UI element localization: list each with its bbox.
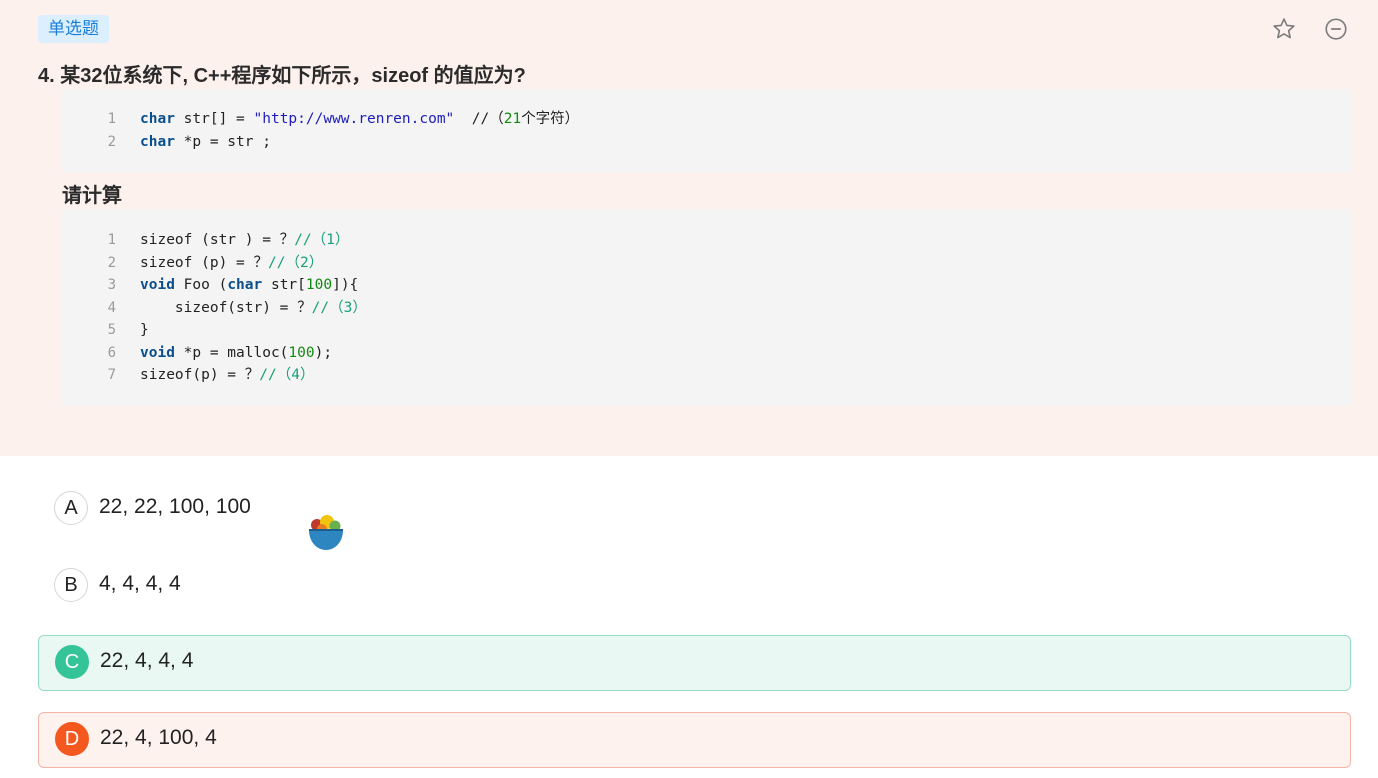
code-text: sizeof(str) = ？//（3） <box>140 297 367 319</box>
line-number: 2 <box>107 133 116 150</box>
code-token: //（2） <box>268 254 324 271</box>
code-token: } <box>140 322 149 338</box>
code-token: sizeof (p) = ？ <box>140 254 268 271</box>
minus-circle-icon[interactable] <box>1323 16 1349 42</box>
line-number: 5 <box>107 322 116 338</box>
code-token: char <box>140 111 175 127</box>
code-token: ); <box>314 344 333 361</box>
line-number: 1 <box>107 111 116 127</box>
option-text: 22, 4, 4, 4 <box>100 649 194 672</box>
option-b[interactable]: B 4, 4, 4, 4 <box>38 559 1351 615</box>
option-letter-badge: A <box>54 491 88 525</box>
option-letter-badge: B <box>54 568 88 602</box>
code-token: sizeof(str) = ？ <box>140 299 312 316</box>
question-title: 4. 某32位系统下, C++程序如下所示，sizeof 的值应为? <box>38 65 526 87</box>
code-text: void Foo (char str[100]){ <box>140 274 358 296</box>
code-token: sizeof(p) = ？ <box>140 367 260 383</box>
code-token: char <box>140 133 175 150</box>
code-token: "http://www.renren.com" <box>253 111 455 127</box>
code-text: sizeof(p) = ？//（4） <box>140 364 314 386</box>
code-token: *p = str ; <box>174 133 271 150</box>
code-token: 100 <box>288 344 315 361</box>
code-text: char str[] = "http://www.renren.com" //（… <box>140 108 579 130</box>
code-token: //（1） <box>294 232 350 248</box>
line-number: 1 <box>107 232 116 248</box>
option-text: 4, 4, 4, 4 <box>99 572 181 595</box>
code-token: Foo ( <box>174 277 228 293</box>
code-text: sizeof (p) = ？//（2） <box>140 252 323 274</box>
question-panel: 单选题 4. 某32位系统下, C++程序如下所示，sizeof 的值应为? 1… <box>0 0 1378 456</box>
option-c[interactable]: C 22, 4, 4, 4 <box>38 635 1351 691</box>
code-text: sizeof (str ) = ？//（1） <box>140 229 349 251</box>
option-text: 22, 4, 100, 4 <box>100 726 217 749</box>
line-number: 4 <box>107 299 116 316</box>
code-block-declaration: 1 char str[] = "http://www.renren.com" //… <box>62 89 1352 173</box>
option-letter-badge: C <box>55 645 89 679</box>
code-token: 个字符） <box>521 111 580 127</box>
line-number: 6 <box>107 344 116 361</box>
code-token: //（ <box>454 111 504 127</box>
code-token: str[ <box>262 277 306 293</box>
star-outline-icon[interactable] <box>1271 16 1297 42</box>
code-text: } <box>140 319 149 341</box>
code-text: char *p = str ; <box>140 131 271 153</box>
sub-title: 请计算 <box>62 185 122 207</box>
code-token: ]){ <box>332 277 359 293</box>
code-token: void <box>140 277 175 293</box>
line-number: 2 <box>107 254 116 271</box>
code-token: 21 <box>503 111 522 127</box>
fruit-bowl-icon[interactable] <box>306 512 346 552</box>
code-token: sizeof (str ) = ？ <box>140 232 295 248</box>
line-number: 3 <box>107 277 116 293</box>
option-letter-badge: D <box>55 722 89 756</box>
code-text: void *p = malloc(100); <box>140 342 332 364</box>
line-number: 7 <box>107 367 116 383</box>
code-token: //（4） <box>259 367 315 383</box>
question-type-tag: 单选题 <box>38 15 109 43</box>
code-token: char <box>227 277 263 293</box>
code-token: *p = malloc( <box>174 344 289 361</box>
code-token: 100 <box>305 277 333 293</box>
code-token: str[] = <box>174 111 254 127</box>
code-token: //（3） <box>311 299 367 316</box>
option-text: 22, 22, 100, 100 <box>99 495 251 518</box>
option-a[interactable]: A 22, 22, 100, 100 <box>38 482 1351 538</box>
code-block-sizeof: 1 sizeof (str ) = ？//（1） 2 sizeof (p) = ？//… <box>62 209 1352 406</box>
option-d[interactable]: D 22, 4, 100, 4 <box>38 712 1351 768</box>
code-token: void <box>140 344 175 361</box>
